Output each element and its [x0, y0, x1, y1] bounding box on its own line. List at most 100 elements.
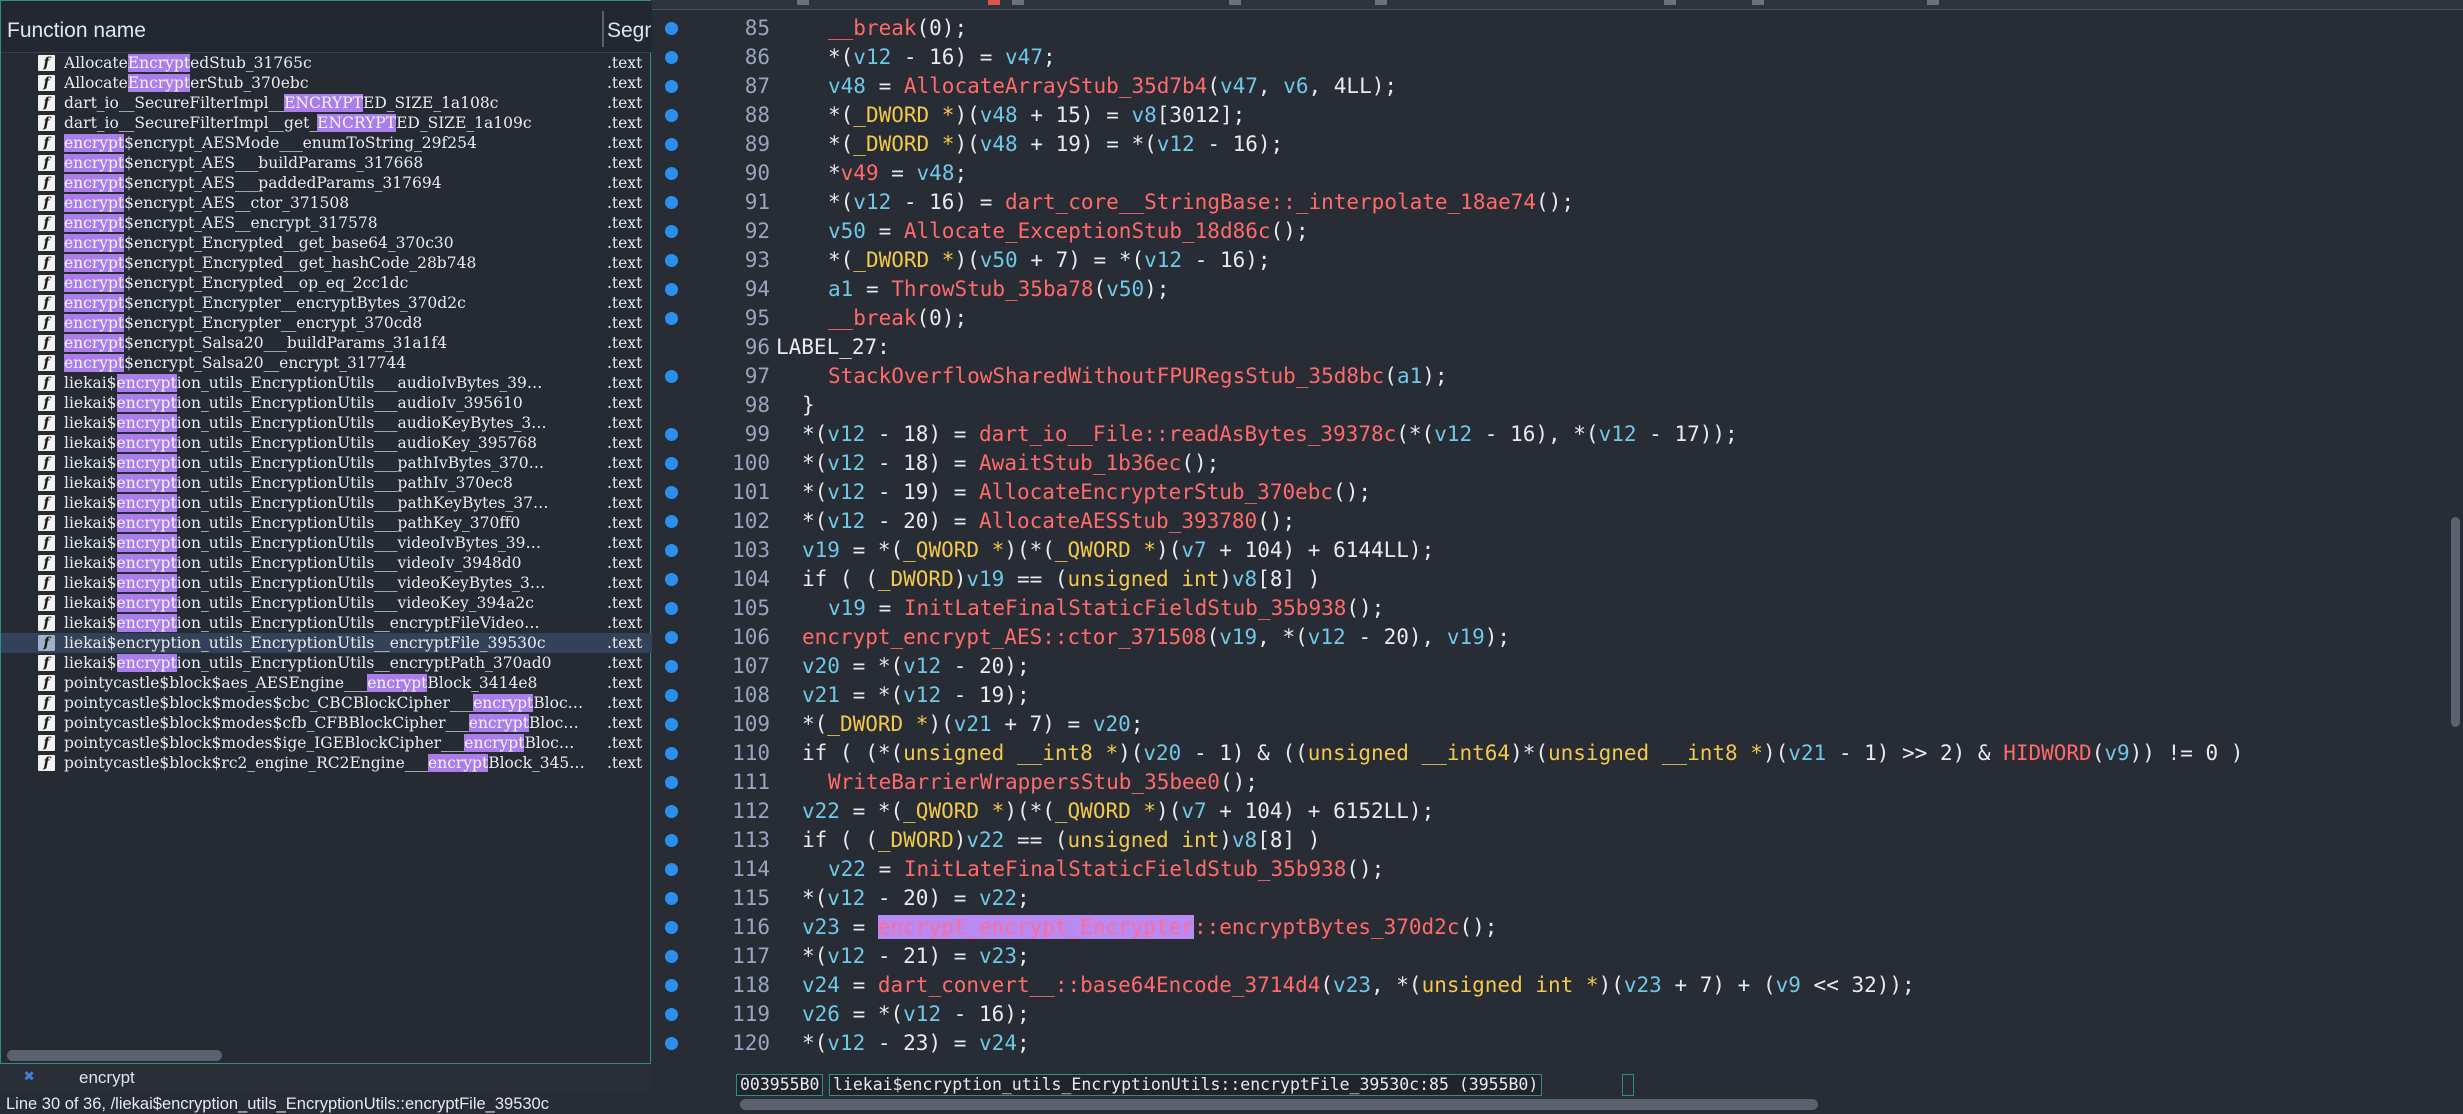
breakpoint-dot[interactable]: [665, 428, 678, 441]
breakpoint-dot[interactable]: [665, 196, 678, 209]
close-icon[interactable]: ✖: [24, 1066, 35, 1087]
code-line[interactable]: *(v12 - 16) = v47;: [828, 43, 1056, 72]
code-line[interactable]: *(_DWORD *)(v21 + 7) = v20;: [802, 710, 1143, 739]
breakpoint-dot[interactable]: [665, 892, 678, 905]
breakpoint-dot[interactable]: [665, 834, 678, 847]
breakpoint-dot[interactable]: [665, 486, 678, 499]
breakpoint-dot[interactable]: [665, 747, 678, 760]
function-row[interactable]: f encrypt$encrypt_AES___paddedParams_3176…: [1, 173, 652, 193]
code-line[interactable]: *(v12 - 18) = dart_io__File::readAsBytes…: [802, 420, 1738, 449]
function-row[interactable]: f liekai$encryption_utils_EncryptionUtils…: [1, 513, 652, 533]
function-row[interactable]: f liekai$encryption_utils_EncryptionUtils…: [1, 533, 652, 553]
code-line[interactable]: v50 = Allocate_ExceptionStub_18d86c();: [828, 217, 1308, 246]
functions-horizontal-scrollbar[interactable]: [7, 1050, 222, 1061]
function-row[interactable]: f liekai$encryption_utils_EncryptionUtils…: [1, 573, 652, 593]
breakpoint-dot[interactable]: [665, 602, 678, 615]
code-horizontal-scrollbar[interactable]: [740, 1099, 1818, 1110]
function-row[interactable]: f pointycastle$block$aes_AESEngine___encr…: [1, 673, 652, 693]
function-row[interactable]: f pointycastle$block$rc2_engine_RC2Engine…: [1, 753, 652, 773]
address-field[interactable]: 003955B0: [736, 1074, 824, 1096]
code-line[interactable]: v26 = *(v12 - 16);: [802, 1000, 1030, 1029]
function-row[interactable]: f encrypt$encrypt_AES__ctor_371508 .text: [1, 193, 652, 213]
column-separator[interactable]: [602, 11, 604, 47]
breakpoint-dot[interactable]: [665, 631, 678, 644]
function-row[interactable]: f pointycastle$block$modes$ige_IGEBlockCi…: [1, 733, 652, 753]
breakpoint-dot[interactable]: [665, 544, 678, 557]
function-row[interactable]: f dart_io__SecureFilterImpl__ENCRYPTED_SI…: [1, 93, 652, 113]
breakpoint-dot[interactable]: [665, 776, 678, 789]
function-row[interactable]: f encrypt$encrypt_Encrypted__op_eq_2cc1dc…: [1, 273, 652, 293]
function-row[interactable]: f encrypt$encrypt_Encrypted__get_base64_3…: [1, 233, 652, 253]
breakpoint-dot[interactable]: [665, 573, 678, 586]
breakpoint-dot[interactable]: [665, 1037, 678, 1050]
function-row[interactable]: f liekai$encryption_utils_EncryptionUtils…: [1, 433, 652, 453]
function-row[interactable]: f AllocateEncryptedStub_31765c .text: [1, 53, 652, 73]
breakpoint-dot[interactable]: [665, 80, 678, 93]
breakpoint-dot[interactable]: [665, 51, 678, 64]
function-row[interactable]: f liekai$encryption_utils_EncryptionUtils…: [1, 373, 652, 393]
code-line[interactable]: v23 = encrypt_encrypt_Encrypter::encrypt…: [802, 913, 1497, 942]
function-row[interactable]: f dart_io__SecureFilterImpl__get_ENCRYPTE…: [1, 113, 652, 133]
function-row[interactable]: f encrypt$encrypt_Encrypted__get_hashCode…: [1, 253, 652, 273]
function-row[interactable]: f liekai$encryption_utils_EncryptionUtils…: [1, 593, 652, 613]
function-row[interactable]: f liekai$encryption_utils_EncryptionUtils…: [1, 613, 652, 633]
code-line[interactable]: v48 = AllocateArrayStub_35d7b4(v47, v6, …: [828, 72, 1397, 101]
function-row[interactable]: f liekai$encryption_utils_EncryptionUtils…: [1, 413, 652, 433]
function-row[interactable]: f liekai$encryption_utils_EncryptionUtils…: [1, 393, 652, 413]
function-row[interactable]: f liekai$encryption_utils_EncryptionUtils…: [1, 653, 652, 673]
code-line[interactable]: v19 = *(_QWORD *)(*(_QWORD *)(v7 + 104) …: [802, 536, 1434, 565]
code-line[interactable]: StackOverflowSharedWithoutFPURegsStub_35…: [828, 362, 1448, 391]
breakpoint-dot[interactable]: [665, 718, 678, 731]
code-line[interactable]: v24 = dart_convert__::base64Encode_3714d…: [802, 971, 1915, 1000]
breakpoint-gutter[interactable]: [652, 9, 692, 1069]
function-row[interactable]: f AllocateEncrypterStub_370ebc .text: [1, 73, 652, 93]
breakpoint-dot[interactable]: [665, 1008, 678, 1021]
quick-filter-input[interactable]: encrypt: [79, 1068, 135, 1088]
breakpoint-dot[interactable]: [665, 515, 678, 528]
location-field[interactable]: liekai$encryption_utils_EncryptionUtils:…: [829, 1074, 1543, 1096]
breakpoint-dot[interactable]: [665, 109, 678, 122]
breakpoint-dot[interactable]: [665, 660, 678, 673]
breakpoint-dot[interactable]: [665, 370, 678, 383]
function-row[interactable]: f encrypt$encrypt_Encrypter__encryptBytes…: [1, 293, 652, 313]
code-line[interactable]: *(v12 - 20) = AllocateAESStub_393780();: [802, 507, 1295, 536]
column-header-segment[interactable]: Segment: [607, 19, 651, 43]
breakpoint-dot[interactable]: [665, 805, 678, 818]
breakpoint-dot[interactable]: [665, 283, 678, 296]
code-line[interactable]: *(v12 - 18) = AwaitStub_1b36ec();: [802, 449, 1219, 478]
function-row[interactable]: f encrypt$encrypt_Encrypter__encrypt_370c…: [1, 313, 652, 333]
code-line[interactable]: LABEL_27:: [776, 333, 890, 362]
code-line[interactable]: __break(0);: [828, 14, 967, 43]
breakpoint-dot[interactable]: [665, 979, 678, 992]
breakpoint-dot[interactable]: [665, 921, 678, 934]
code-line[interactable]: if ( (*(unsigned __int8 *)(v20 - 1) & ((…: [802, 739, 2243, 768]
function-row[interactable]: f pointycastle$block$modes$cbc_CBCBlockCi…: [1, 693, 652, 713]
code-line[interactable]: *(_DWORD *)(v48 + 19) = *(v12 - 16);: [828, 130, 1283, 159]
breakpoint-dot[interactable]: [665, 950, 678, 963]
code-line[interactable]: v22 = *(_QWORD *)(*(_QWORD *)(v7 + 104) …: [802, 797, 1434, 826]
code-line[interactable]: *(v12 - 19) = AllocateEncrypterStub_370e…: [802, 478, 1371, 507]
code-line[interactable]: v19 = InitLateFinalStaticFieldStub_35b93…: [828, 594, 1384, 623]
code-line[interactable]: *(v12 - 23) = v24;: [802, 1029, 1030, 1058]
code-vertical-scrollbar[interactable]: [2451, 517, 2460, 727]
breakpoint-dot[interactable]: [665, 863, 678, 876]
breakpoint-dot[interactable]: [665, 225, 678, 238]
function-row[interactable]: f encrypt$encrypt_AES__encrypt_317578 .tex…: [1, 213, 652, 233]
code-line[interactable]: if ( (_DWORD)v19 == (unsigned int)v8[8] …: [802, 565, 1320, 594]
function-row[interactable]: f encrypt$encrypt_AESMode___enumToString_…: [1, 133, 652, 153]
code-line[interactable]: v20 = *(v12 - 20);: [802, 652, 1030, 681]
code-line[interactable]: a1 = ThrowStub_35ba78(v50);: [828, 275, 1169, 304]
breakpoint-dot[interactable]: [665, 138, 678, 151]
code-line[interactable]: *(v12 - 20) = v22;: [802, 884, 1030, 913]
code-line[interactable]: }: [802, 391, 815, 420]
breakpoint-dot[interactable]: [665, 167, 678, 180]
function-row[interactable]: f liekai$encryption_utils_EncryptionUtils…: [1, 453, 652, 473]
code-line[interactable]: v22 = InitLateFinalStaticFieldStub_35b93…: [828, 855, 1384, 884]
function-row[interactable]: f encrypt$encrypt_AES___buildParams_31766…: [1, 153, 652, 173]
function-row[interactable]: f encrypt$encrypt_Salsa20___buildParams_3…: [1, 333, 652, 353]
function-row[interactable]: f liekai$encryption_utils_EncryptionUtils…: [1, 473, 652, 493]
code-line[interactable]: WriteBarrierWrappersStub_35bee0();: [828, 768, 1258, 797]
code-line[interactable]: *(v12 - 16) = dart_core__StringBase::_in…: [828, 188, 1574, 217]
pseudocode-view[interactable]: 85 __break(0); 86 *(v12 - 16) = v47; 87 v48 =…: [652, 0, 2463, 1113]
code-line[interactable]: *v49 = v48;: [828, 159, 967, 188]
